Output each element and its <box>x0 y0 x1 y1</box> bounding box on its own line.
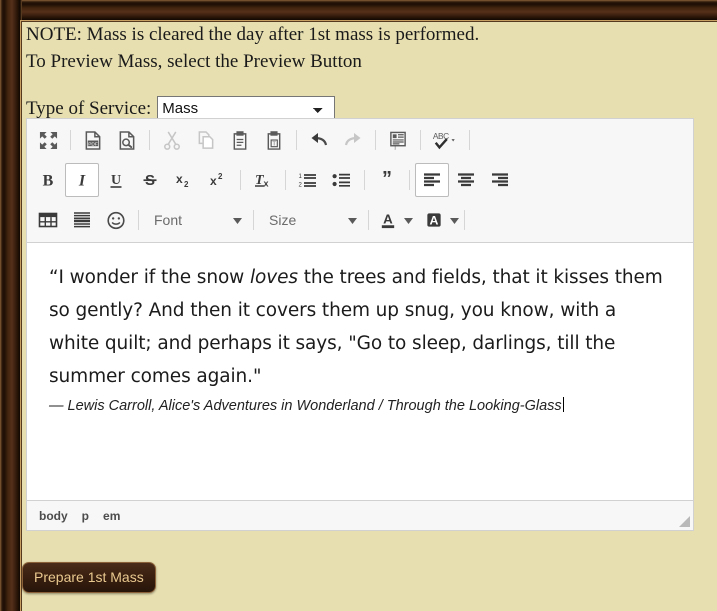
chevron-down-icon[interactable] <box>404 211 413 229</box>
editor-toolbar: PDF T I ABC B I U S x 2 x 2 T x 1 2 ” Fo… <box>27 119 693 243</box>
page-content: NOTE: Mass is cleared the day after 1st … <box>22 22 717 611</box>
smiley-icon[interactable] <box>99 203 133 237</box>
paste-icon[interactable] <box>223 123 257 157</box>
svg-text:2: 2 <box>299 183 303 189</box>
svg-text:I: I <box>78 173 86 190</box>
quote-emphasis: loves <box>249 267 298 288</box>
path-item-p[interactable]: p <box>82 509 89 523</box>
horizontal-rule-icon[interactable] <box>65 203 99 237</box>
toolbar-separator <box>420 130 421 150</box>
toolbar-separator <box>138 210 139 230</box>
toolbar-separator <box>296 130 297 150</box>
toolbar-separator <box>285 170 286 190</box>
path-item-em[interactable]: em <box>103 509 120 523</box>
prepare-first-mass-button[interactable]: Prepare 1st Mass <box>22 562 156 593</box>
svg-text:U: U <box>111 173 121 188</box>
bulleted-list-icon[interactable] <box>325 163 359 197</box>
table-icon[interactable] <box>31 203 65 237</box>
svg-text:B: B <box>43 173 54 190</box>
toolbar-row-3: Font Size A A <box>27 200 693 240</box>
chevron-down-icon[interactable] <box>450 211 459 229</box>
toolbar-separator <box>409 170 410 190</box>
frame-top-bevel <box>0 0 717 22</box>
svg-text:”: ” <box>382 171 392 189</box>
attribution-text: — Lewis Carroll, Alice's Adventures in W… <box>49 398 562 414</box>
copy-icon[interactable] <box>189 123 223 157</box>
undo-icon[interactable] <box>302 123 336 157</box>
toolbar-separator <box>240 170 241 190</box>
subscript-icon[interactable]: x 2 <box>167 163 201 197</box>
editor-content-area[interactable]: “I wonder if the snow loves the trees an… <box>27 243 693 511</box>
quote-attribution: — Lewis Carroll, Alice's Adventures in W… <box>49 396 671 416</box>
text-color-icon[interactable]: A <box>374 203 402 237</box>
window-frame: NOTE: Mass is cleared the day after 1st … <box>0 0 717 611</box>
superscript-icon[interactable]: x 2 <box>201 163 235 197</box>
strikethrough-icon[interactable]: S <box>133 163 167 197</box>
svg-text:PDF: PDF <box>88 141 98 147</box>
svg-text:x: x <box>176 172 183 186</box>
spellcheck-icon[interactable]: ABC <box>426 123 464 157</box>
service-type-label: Type of Service: <box>26 97 152 119</box>
svg-text:I: I <box>394 145 396 150</box>
redo-icon[interactable] <box>336 123 370 157</box>
font-size-label: Size <box>269 212 297 228</box>
text-caret <box>562 397 564 412</box>
preview-icon[interactable] <box>110 123 144 157</box>
numbered-list-icon[interactable]: 1 2 <box>291 163 325 197</box>
toolbar-separator <box>253 210 254 230</box>
templates-icon[interactable]: I <box>381 123 415 157</box>
font-family-label: Font <box>154 212 183 228</box>
blockquote-icon[interactable]: ” <box>370 163 404 197</box>
quote-text-before: “I wonder if the snow <box>49 267 250 288</box>
pdf-icon[interactable]: PDF <box>76 123 110 157</box>
maximize-icon[interactable] <box>31 123 65 157</box>
path-item-body[interactable]: body <box>39 509 68 523</box>
remove-format-icon[interactable]: T x <box>246 163 280 197</box>
toolbar-separator <box>70 130 71 150</box>
toolbar-separator <box>464 210 465 230</box>
align-right-icon[interactable] <box>483 163 517 197</box>
rich-text-editor: PDF T I ABC B I U S x 2 x 2 T x 1 2 ” Fo… <box>26 118 694 531</box>
toolbar-row-1: PDF T I ABC <box>27 120 693 160</box>
background-color-icon[interactable]: A <box>420 203 448 237</box>
toolbar-separator <box>149 130 150 150</box>
note-line-1: NOTE: Mass is cleared the day after 1st … <box>26 24 480 45</box>
svg-text:1: 1 <box>299 174 303 180</box>
svg-text:2: 2 <box>184 180 189 189</box>
chevron-down-icon <box>336 211 357 229</box>
svg-text:x: x <box>264 179 269 189</box>
note-line-2: To Preview Mass, select the Preview Butt… <box>26 51 362 72</box>
font-size-dropdown[interactable]: Size <box>259 204 363 236</box>
svg-text:2: 2 <box>218 172 223 181</box>
toolbar-separator <box>375 130 376 150</box>
paste-text-icon[interactable]: T <box>257 123 291 157</box>
toolbar-separator <box>364 170 365 190</box>
toolbar-separator <box>368 210 369 230</box>
bold-icon[interactable]: B <box>31 163 65 197</box>
svg-text:A: A <box>430 213 439 227</box>
svg-text:T: T <box>272 141 276 147</box>
svg-text:x: x <box>210 174 217 188</box>
chevron-down-icon <box>221 211 242 229</box>
toolbar-separator <box>469 130 470 150</box>
quote-paragraph: “I wonder if the snow loves the trees an… <box>49 261 671 393</box>
resize-grip[interactable] <box>679 516 690 527</box>
underline-icon[interactable]: U <box>99 163 133 197</box>
frame-left-bevel <box>0 0 22 611</box>
cut-icon[interactable] <box>155 123 189 157</box>
font-family-dropdown[interactable]: Font <box>144 204 248 236</box>
toolbar-row-2: B I U S x 2 x 2 T x 1 2 ” <box>27 160 693 200</box>
editor-elements-path: body p em <box>27 500 693 530</box>
align-center-icon[interactable] <box>449 163 483 197</box>
align-left-icon[interactable] <box>415 163 449 197</box>
svg-text:A: A <box>383 211 393 226</box>
italic-icon[interactable]: I <box>65 163 99 197</box>
